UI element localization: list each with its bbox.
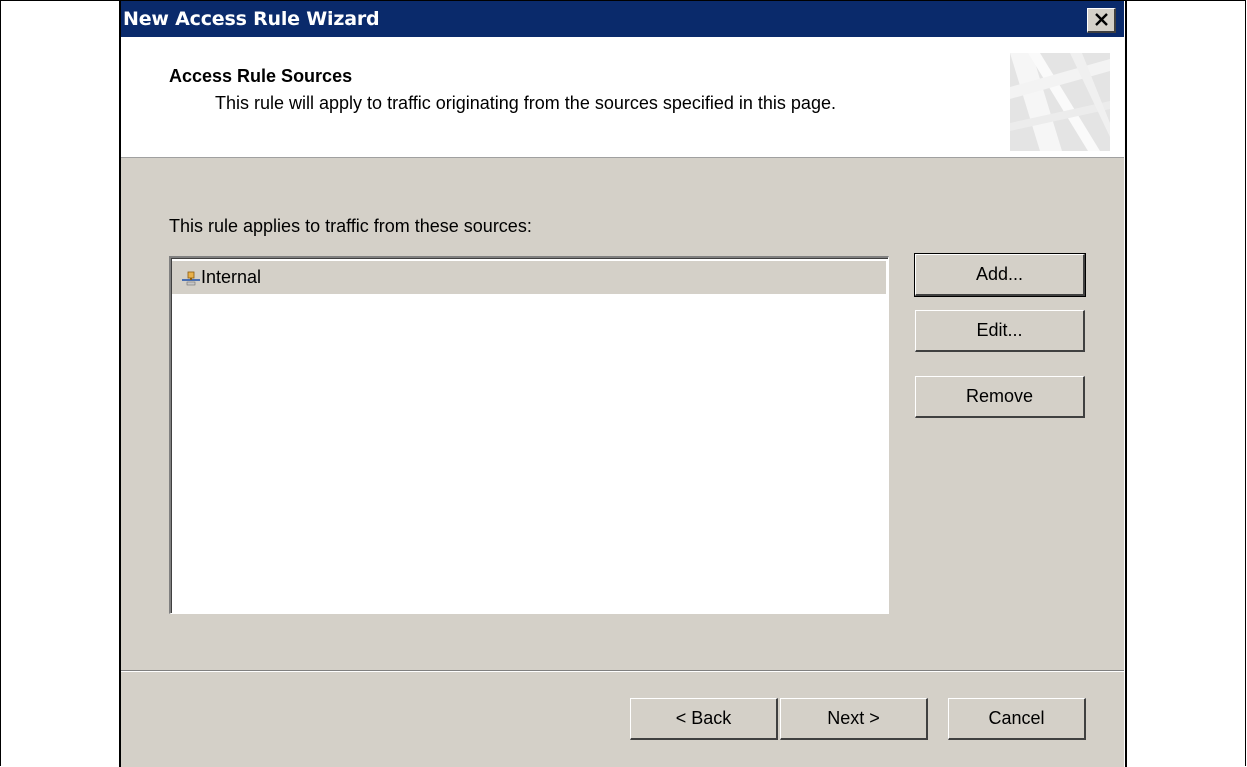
list-item-internal[interactable]: Internal bbox=[172, 261, 886, 294]
page-subtitle: This rule will apply to traffic originat… bbox=[215, 93, 836, 113]
wizard-banner-icon bbox=[1010, 53, 1110, 151]
page-title: Access Rule Sources bbox=[169, 66, 353, 86]
footer-divider bbox=[121, 670, 1124, 672]
sources-listbox[interactable]: Internal bbox=[169, 256, 889, 614]
remove-button[interactable]: Remove bbox=[915, 376, 1085, 418]
add-button[interactable]: Add... bbox=[914, 253, 1086, 297]
network-icon bbox=[182, 271, 200, 286]
list-item-label: Internal bbox=[201, 267, 262, 287]
title-bar[interactable]: New Access Rule Wizard bbox=[121, 1, 1124, 37]
close-icon bbox=[1095, 13, 1108, 26]
next-button[interactable]: Next > bbox=[780, 698, 928, 740]
edit-button[interactable]: Edit... bbox=[915, 310, 1085, 352]
wizard-dialog: New Access Rule Wizard Access Rule Sourc… bbox=[121, 1, 1124, 767]
cancel-button[interactable]: Cancel bbox=[948, 698, 1086, 740]
back-button[interactable]: < Back bbox=[630, 698, 778, 740]
table-column-divider bbox=[1125, 0, 1127, 767]
sources-label: This rule applies to traffic from these … bbox=[169, 216, 532, 236]
close-button[interactable] bbox=[1087, 8, 1116, 33]
wizard-header: Access Rule Sources This rule will apply… bbox=[121, 37, 1124, 158]
window-title: New Access Rule Wizard bbox=[123, 8, 380, 30]
